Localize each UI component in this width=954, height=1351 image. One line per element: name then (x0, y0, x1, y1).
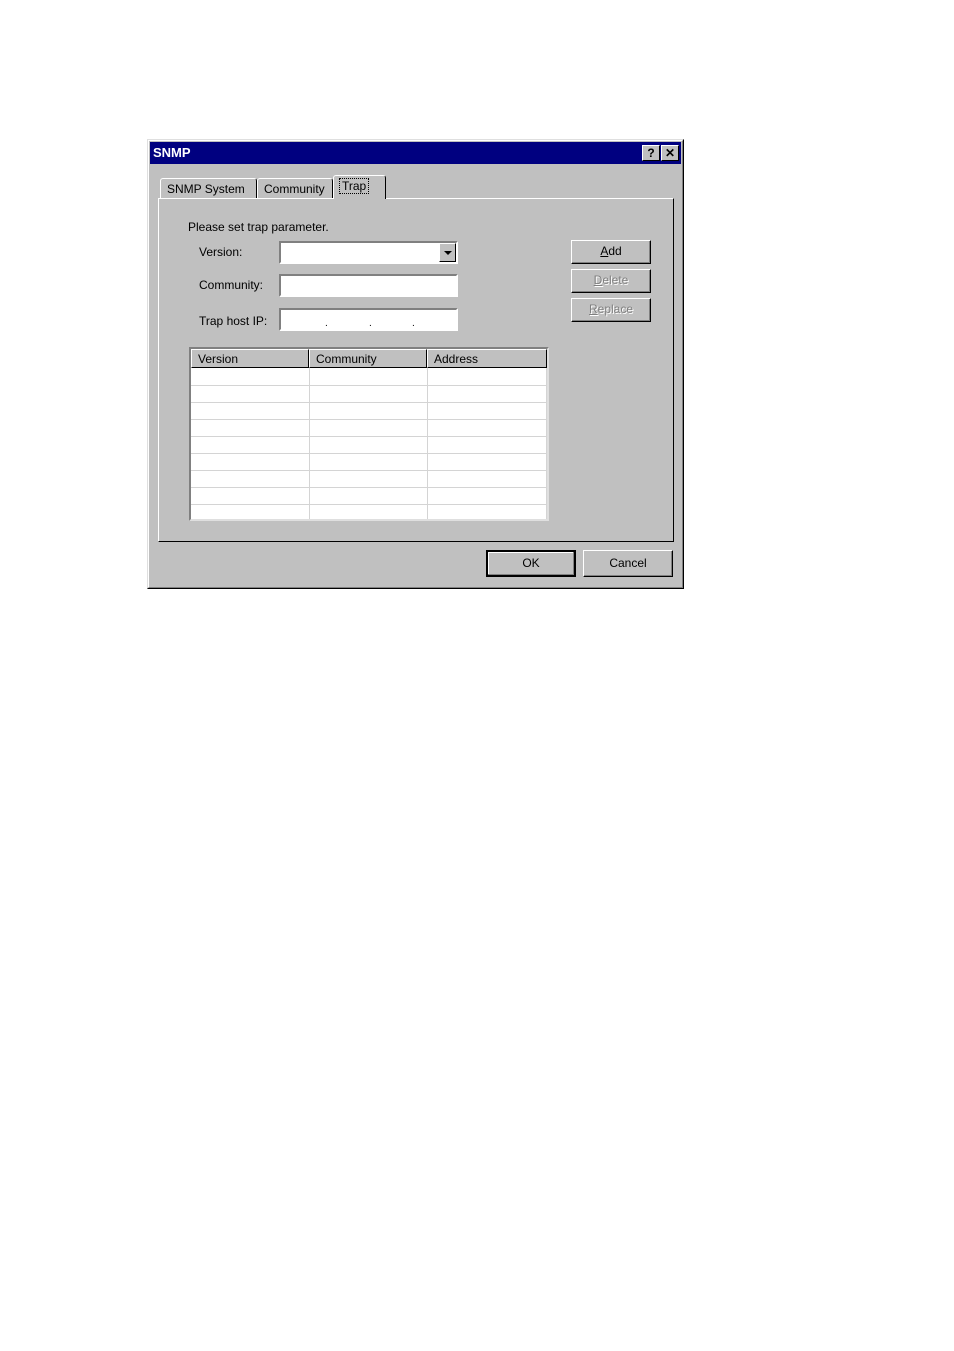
column-header-community[interactable]: Community (309, 349, 427, 368)
version-dropdown[interactable] (279, 241, 458, 264)
grid-row-line (191, 504, 547, 505)
trap-list[interactable]: Version Community Address (189, 347, 549, 521)
trap-panel: Please set trap parameter. Version: Comm… (158, 198, 674, 542)
grid-row-line (191, 402, 547, 403)
replace-button[interactable]: Replace (571, 298, 651, 322)
tab-snmp-system[interactable]: SNMP System (160, 178, 257, 198)
grid-column-line (427, 368, 428, 519)
ok-button[interactable]: OK (486, 550, 576, 577)
community-label: Community: (199, 278, 264, 292)
chevron-down-icon[interactable] (439, 243, 456, 262)
delete-button[interactable]: Delete (571, 269, 651, 293)
replace-label: eplace (597, 302, 634, 316)
snmp-dialog: SNMP ? ✕ SNMP System Community Trap Plea… (147, 139, 684, 589)
grid-column-line (546, 368, 547, 519)
tab-trap[interactable]: Trap (333, 175, 386, 199)
add-button[interactable]: Add (571, 240, 651, 264)
community-field[interactable] (281, 276, 456, 295)
grid-row-line (191, 419, 547, 420)
trap-host-ip-input[interactable]: . . . (279, 308, 458, 331)
delete-mnemonic: D (593, 273, 603, 287)
title-bar[interactable]: SNMP ? ✕ (150, 142, 681, 164)
close-button[interactable]: ✕ (661, 145, 679, 161)
grid-column-line (309, 368, 310, 519)
help-button[interactable]: ? (642, 145, 660, 161)
tab-label: SNMP System (167, 182, 245, 196)
delete-label: elete (602, 273, 629, 287)
column-header-version[interactable]: Version (191, 349, 309, 368)
add-label: dd (608, 244, 622, 258)
ip-separator: . (412, 318, 415, 329)
instruction-text: Please set trap parameter. (188, 220, 329, 234)
tab-label: Community (264, 182, 325, 196)
grid-row-line (191, 436, 547, 437)
help-icon: ? (647, 146, 655, 160)
ok-label: OK (522, 556, 540, 570)
tab-label: Trap (338, 178, 370, 194)
replace-mnemonic: R (588, 302, 598, 316)
tab-community[interactable]: Community (257, 178, 333, 198)
version-select-value[interactable] (281, 243, 456, 262)
close-icon: ✕ (664, 146, 676, 160)
column-header-address[interactable]: Address (427, 349, 547, 368)
grid-row-line (191, 470, 547, 471)
community-input[interactable] (279, 274, 458, 297)
version-label: Version: (199, 245, 243, 259)
grid-row-line (191, 453, 547, 454)
grid-row-line (191, 487, 547, 488)
cancel-button[interactable]: Cancel (583, 550, 673, 577)
trap-host-ip-label: Trap host IP: (199, 314, 268, 328)
window-title: SNMP (153, 145, 191, 160)
grid-row-line (191, 385, 547, 386)
cancel-label: Cancel (609, 556, 647, 570)
ip-separator: . (325, 318, 328, 329)
ip-separator: . (369, 318, 372, 329)
